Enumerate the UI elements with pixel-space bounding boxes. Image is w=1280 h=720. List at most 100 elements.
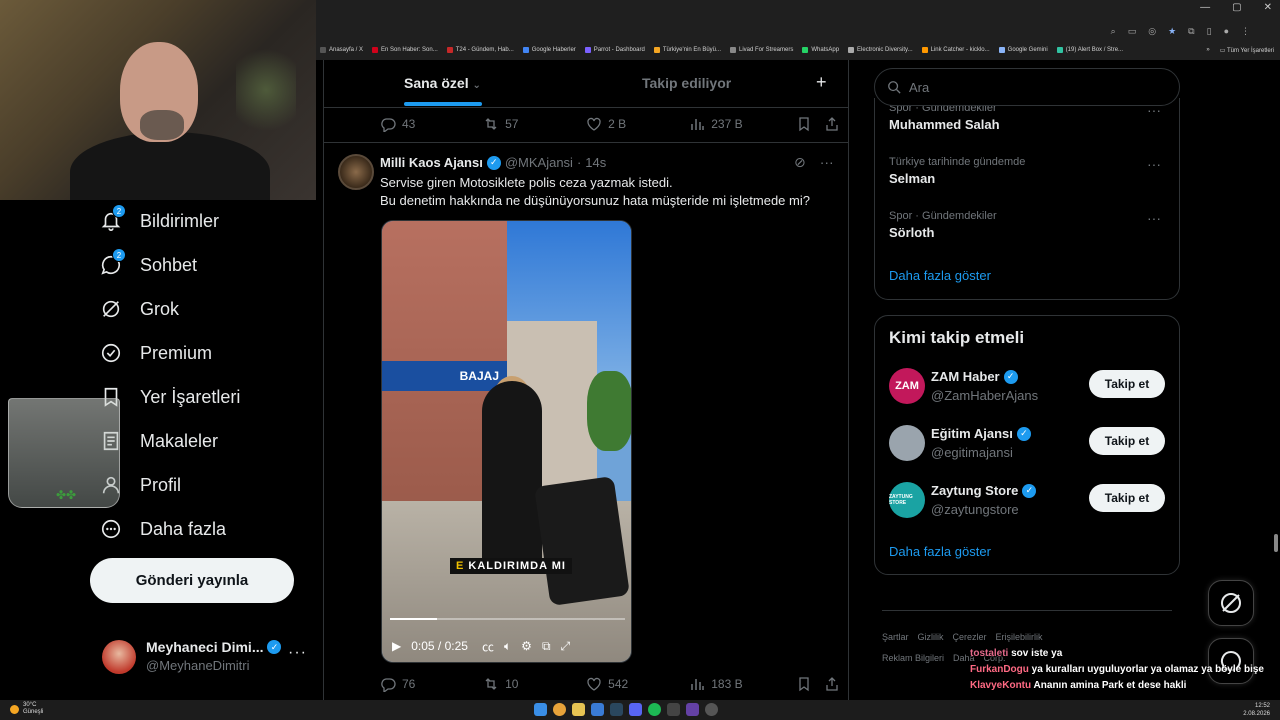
nav-item-premium[interactable]: Premium	[100, 338, 212, 368]
follow-button[interactable]: Takip et	[1089, 484, 1165, 512]
bookmark-button[interactable]	[796, 116, 824, 132]
pip-icon[interactable]: ⧉	[542, 639, 551, 654]
show-more-follow-link[interactable]: Daha fazla göster	[889, 544, 991, 559]
bookmark-item[interactable]: Google Haberler	[522, 47, 576, 53]
tweet-author-name[interactable]: Milli Kaos Ajansı	[380, 155, 483, 170]
trend-item[interactable]: Türkiye tarihinde gündemde Selman ···	[889, 156, 1169, 186]
clock[interactable]: 12:52 2.08.2026	[1243, 702, 1270, 718]
nav-item-bookmark[interactable]: Yer İşaretleri	[100, 382, 240, 412]
menu-icon[interactable]: ⋮	[1241, 26, 1250, 37]
bookmark-item[interactable]: Google Gemini	[998, 47, 1048, 53]
follow-suggestion[interactable]: ZAYTUNG STORE Zaytung Store ✓ @zaytungstore…	[889, 482, 1169, 522]
maximize-icon[interactable]: ▢	[1232, 2, 1241, 13]
bookmark-item[interactable]: Türkiye'nin En Büyü...	[653, 47, 721, 53]
bookmark-item[interactable]: WhatsApp	[802, 47, 839, 53]
folder-icon[interactable]	[572, 703, 585, 716]
nav-item-label: Makaleler	[140, 430, 219, 451]
nav-item-chat[interactable]: 2 Sohbet	[100, 248, 197, 280]
reply-button[interactable]: 76	[380, 676, 483, 692]
more-icon[interactable]: ···	[288, 644, 307, 662]
discord-icon[interactable]	[629, 703, 642, 716]
extensions-icon[interactable]: ⧉	[1188, 26, 1194, 37]
profile-icon[interactable]: ●	[1224, 26, 1229, 36]
obs-icon[interactable]	[705, 703, 718, 716]
bookmark-item[interactable]: Parrot - Dashboard	[584, 47, 645, 53]
account-switcher[interactable]: Meyhaneci Dimi... ✓ @MeyhaneDimitri ···	[100, 636, 310, 678]
footer-link[interactable]: Erişilebilirlik	[996, 632, 1043, 642]
footer-link[interactable]: Reklam Bilgileri	[882, 653, 944, 663]
settings-icon[interactable]: ⚙︎	[521, 639, 532, 653]
nav-item-more[interactable]: Daha fazla	[100, 514, 226, 544]
bookmark-item[interactable]: T24 - Gündem, Hab...	[446, 47, 514, 53]
more-icon[interactable]: ···	[820, 154, 834, 171]
share-button[interactable]	[824, 676, 840, 692]
tab-for-you[interactable]: Sana özel ⌄	[404, 75, 481, 91]
star-icon[interactable]: ★	[1168, 26, 1176, 37]
views-button[interactable]: 183 B	[689, 676, 796, 692]
search-input[interactable]: Ara	[874, 68, 1180, 106]
captions-icon[interactable]: ㏄	[482, 638, 494, 655]
cast-icon[interactable]: ▭	[1128, 26, 1137, 37]
footer-link[interactable]: Gizlilik	[918, 632, 944, 642]
trend-item[interactable]: Spor · Gündemdekiler Sörloth ···	[889, 210, 1169, 240]
reply-button[interactable]: 43	[380, 116, 483, 132]
follow-button[interactable]: Takip et	[1089, 427, 1165, 455]
follow-button[interactable]: Takip et	[1089, 370, 1165, 398]
fullscreen-icon[interactable]: ⤢	[561, 639, 571, 654]
bookmark-item[interactable]: En Son Haber: Son...	[372, 47, 438, 53]
add-tab-button[interactable]: +	[816, 72, 827, 93]
close-icon[interactable]: ✕	[1264, 2, 1272, 13]
start-icon[interactable]	[534, 703, 547, 716]
sidebar-icon[interactable]: ▯	[1207, 26, 1212, 37]
bookmark-item[interactable]: (19) Alert Box / Stre...	[1056, 47, 1123, 53]
tab-following[interactable]: Takip ediliyor	[642, 75, 731, 91]
zoom-icon[interactable]: ⌕	[1111, 26, 1116, 37]
repost-button[interactable]: 57	[483, 116, 586, 132]
bookmark-item[interactable]: Electronic Diversity...	[848, 47, 913, 53]
tweet-avatar[interactable]	[338, 154, 374, 190]
spotify-icon[interactable]	[648, 703, 661, 716]
share-button[interactable]	[824, 116, 840, 132]
tweet-video[interactable]: BAJAJ E KALDIRIMDA MI ▶ 0:05 / 0:25 ㏄ 🔈︎…	[381, 220, 632, 663]
bookmark-item[interactable]: Livad For Streamers	[730, 47, 793, 53]
play-icon[interactable]: ▶	[392, 639, 401, 653]
steam-icon[interactable]	[610, 703, 623, 716]
tweet-handle[interactable]: @MKAjansi	[505, 155, 573, 170]
chrome-icon[interactable]	[553, 703, 566, 716]
grok-fab[interactable]	[1208, 580, 1254, 626]
video-progress-bar[interactable]	[390, 618, 625, 620]
tweet-time[interactable]: 14s	[585, 155, 606, 170]
post-button[interactable]: Gönderi yayınla	[90, 558, 294, 603]
bookmark-item[interactable]: Link Catcher - kicklo...	[921, 47, 990, 53]
lens-icon[interactable]: ◎	[1148, 26, 1156, 37]
show-more-trends-link[interactable]: Daha fazla göster	[889, 268, 991, 283]
epic-icon[interactable]	[667, 703, 680, 716]
views-button[interactable]: 237 B	[689, 116, 796, 132]
follow-name: Eğitim Ajansı	[931, 426, 1013, 441]
footer-link[interactable]: Çerezler	[953, 632, 987, 642]
more-bookmarks-button[interactable]: »	[1206, 47, 1209, 53]
weather-widget[interactable]: 30°C Güneşli	[10, 702, 43, 716]
bookmark-button[interactable]	[796, 676, 824, 692]
verified-icon: ✓	[1003, 369, 1018, 384]
like-button[interactable]: 542	[586, 676, 689, 692]
minimize-icon[interactable]: —	[1200, 2, 1210, 13]
footer-link[interactable]: Şartlar	[882, 632, 909, 642]
nav-item-bell[interactable]: 2 Bildirimler	[100, 204, 219, 236]
all-bookmarks-folder[interactable]: ▭ Tüm Yer İşaretleri	[1220, 47, 1274, 54]
like-button[interactable]: 2 B	[586, 116, 689, 132]
follow-suggestion[interactable]: ZAM ZAM Haber ✓ @ZamHaberAjans Takip et	[889, 368, 1169, 408]
bookmark-item[interactable]: Anasayfa / X	[320, 47, 363, 53]
bookmark-favicon-icon	[998, 47, 1005, 53]
more-icon[interactable]: ···	[1147, 156, 1161, 172]
repost-button[interactable]: 10	[483, 676, 586, 692]
follow-suggestion[interactable]: Eğitim Ajansı ✓ @egitimajansi Takip et	[889, 425, 1169, 465]
trend-item[interactable]: Spor · Gündemdekiler Muhammed Salah ···	[889, 102, 1169, 132]
nav-item-grok[interactable]: Grok	[100, 294, 179, 324]
scrollbar-thumb[interactable]	[1274, 534, 1278, 552]
volume-icon[interactable]: 🔈︎	[504, 639, 511, 654]
more-icon[interactable]: ···	[1147, 210, 1161, 226]
store-icon[interactable]	[591, 703, 604, 716]
app-icon[interactable]	[686, 703, 699, 716]
grok-icon[interactable]: ⊘	[794, 154, 806, 171]
